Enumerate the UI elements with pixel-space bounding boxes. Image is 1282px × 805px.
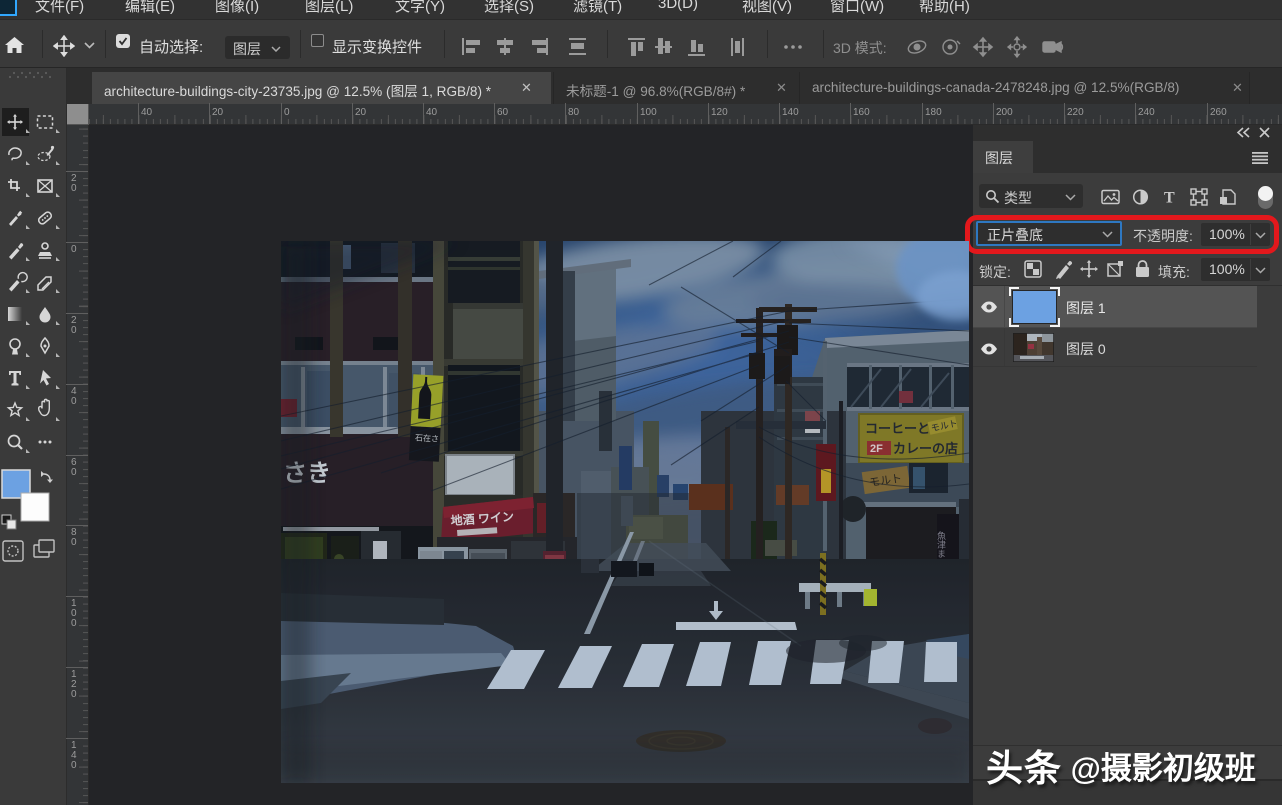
svg-text:T: T	[1164, 190, 1175, 207]
